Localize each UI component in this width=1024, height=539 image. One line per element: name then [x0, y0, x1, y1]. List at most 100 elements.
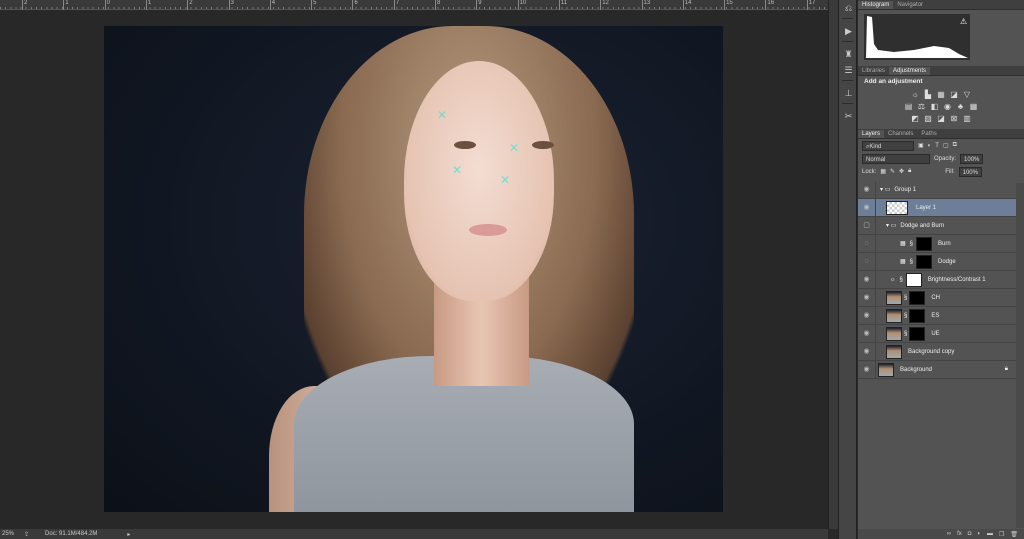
- tab-libraries[interactable]: Libraries: [858, 67, 889, 75]
- curves-icon[interactable]: ▦: [937, 90, 946, 99]
- posterize-icon[interactable]: ▨: [924, 114, 933, 123]
- black-white-icon[interactable]: ◧: [930, 102, 939, 111]
- color-balance-icon[interactable]: ⚖: [917, 102, 926, 111]
- visibility-eye-icon[interactable]: ◉: [858, 360, 876, 379]
- threshold-icon[interactable]: ◪: [937, 114, 946, 123]
- tab-paths[interactable]: Paths: [917, 130, 940, 138]
- brightness-contrast-icon[interactable]: ☼: [911, 90, 920, 99]
- zoom-level[interactable]: 25%: [2, 531, 14, 537]
- visibility-eye-icon[interactable]: ◉: [858, 306, 876, 325]
- visibility-eye-icon[interactable]: ◉: [858, 270, 876, 289]
- status-menu-arrow-icon[interactable]: ▸: [127, 531, 130, 538]
- visibility-eye-icon[interactable]: ◌: [858, 234, 876, 253]
- tab-navigator[interactable]: Navigator: [893, 1, 927, 9]
- opacity-input[interactable]: 100%: [960, 153, 984, 164]
- vibrance-icon[interactable]: ▽: [963, 90, 972, 99]
- tab-adjustments[interactable]: Adjustments: [889, 67, 931, 75]
- add-mask-icon[interactable]: ◘: [968, 531, 972, 537]
- filter-shape-icon[interactable]: ▢: [943, 142, 949, 149]
- lock-transparent-icon[interactable]: ▦: [880, 168, 886, 175]
- blend-mode-select[interactable]: Normal: [862, 153, 930, 164]
- layer-group-1[interactable]: ◉ ▾ ▭ Group 1: [858, 180, 1016, 199]
- gradient-map-icon[interactable]: ▥: [963, 114, 972, 123]
- filter-pixel-icon[interactable]: ▣: [918, 142, 924, 149]
- layer-thumbnail: [886, 200, 908, 215]
- lock-pixels-icon[interactable]: ✎: [890, 168, 895, 175]
- tab-histogram[interactable]: Histogram: [858, 1, 894, 9]
- layer-brightness-contrast-1[interactable]: ◉ ☼ § Brightness/Contrast 1: [858, 270, 1016, 289]
- tool-presets-icon[interactable]: ✂: [839, 108, 858, 124]
- layer-name: UE: [931, 330, 940, 337]
- new-adjustment-icon[interactable]: ◐: [977, 531, 981, 537]
- layer-ue[interactable]: ◉ § UE: [858, 324, 1016, 343]
- invert-icon[interactable]: ◩: [911, 114, 920, 123]
- layers-scrollbar[interactable]: [1016, 183, 1024, 528]
- layer-name: Group 1: [894, 186, 917, 193]
- fill-input[interactable]: 100%: [958, 166, 982, 177]
- layer-name: Background: [900, 366, 933, 373]
- fx-icon[interactable]: fx: [957, 531, 962, 537]
- layer-layer-1[interactable]: ◉ Layer 1: [858, 198, 1016, 217]
- visibility-eye-icon[interactable]: ◉: [858, 180, 876, 199]
- vertical-scrollbar[interactable]: [828, 0, 838, 529]
- visibility-eye-icon[interactable]: ◉: [858, 198, 876, 217]
- tab-layers[interactable]: Layers: [858, 130, 885, 138]
- portrait-eye-left: [454, 141, 476, 149]
- tab-channels[interactable]: Channels: [884, 130, 917, 138]
- folder-icon: ▾ ▭: [886, 223, 897, 229]
- selective-color-icon[interactable]: ⊠: [950, 114, 959, 123]
- clone-source-icon[interactable]: ⊥: [839, 85, 858, 101]
- layer-dodge[interactable]: ◌ ▦ § Dodge: [858, 252, 1016, 271]
- channel-mixer-icon[interactable]: ♣: [956, 102, 965, 111]
- new-group-icon[interactable]: ▬: [987, 531, 993, 537]
- brush-settings-icon[interactable]: ☰: [839, 62, 858, 78]
- filter-type-icon[interactable]: T: [935, 143, 939, 149]
- filter-adjustment-icon[interactable]: ◐: [928, 143, 932, 149]
- visibility-eye-icon[interactable]: ◌: [858, 252, 876, 271]
- layer-background-copy[interactable]: ◉ Background copy: [858, 342, 1016, 361]
- mask-thumbnail: [916, 254, 933, 269]
- link-icon: §: [904, 312, 908, 319]
- visibility-off-box[interactable]: ▢: [858, 216, 876, 235]
- lock-position-icon[interactable]: ✥: [899, 168, 904, 175]
- lock-all-icon[interactable]: 🔒︎: [908, 168, 911, 175]
- layer-es[interactable]: ◉ § ES: [858, 306, 1016, 325]
- ruler-tick-label: 4: [269, 0, 275, 10]
- visibility-eye-icon[interactable]: ◉: [858, 324, 876, 343]
- color-lookup-icon[interactable]: ▦: [969, 102, 978, 111]
- document-workspace[interactable]: ✕ ✕ ✕ ✕: [0, 10, 828, 529]
- layer-thumbnail: [886, 308, 902, 323]
- layer-filter-select[interactable]: ⌕Kind: [862, 140, 914, 151]
- visibility-eye-icon[interactable]: ◉: [858, 342, 876, 361]
- mask-thumbnail: [909, 308, 926, 323]
- exposure-icon[interactable]: ◪: [950, 90, 959, 99]
- link-icon: §: [899, 276, 903, 283]
- mask-thumbnail: [909, 326, 926, 341]
- layer-burn[interactable]: ◌ ▦ § Burn: [858, 234, 1016, 253]
- export-icon[interactable]: ⇪: [24, 531, 29, 538]
- layer-background[interactable]: ◉ Background 🔒︎: [858, 360, 1016, 379]
- new-layer-icon[interactable]: ❐: [999, 531, 1004, 538]
- fill-label: Fill:: [945, 168, 955, 175]
- history-icon[interactable]: ⎌: [839, 0, 858, 16]
- layer-name: CH: [931, 294, 941, 301]
- ruler-tick-label: 8: [435, 0, 440, 10]
- layer-name: Brightness/Contrast 1: [927, 276, 986, 283]
- link-layers-icon[interactable]: ∞: [947, 531, 951, 537]
- brush-presets-icon[interactable]: ♜: [839, 46, 858, 62]
- layer-ch[interactable]: ◉ § CH: [858, 288, 1016, 307]
- layer-thumbnail: [878, 362, 894, 377]
- layer-name: Dodge: [938, 258, 956, 265]
- delete-layer-icon[interactable]: 🗑︎: [1010, 531, 1018, 538]
- filter-smart-object-icon[interactable]: ⧉: [953, 142, 957, 149]
- photo-canvas[interactable]: ✕ ✕ ✕ ✕: [104, 26, 723, 512]
- ruler-tick-label: 2: [187, 0, 193, 10]
- layer-group-dodge-and-burn[interactable]: ▢ ▾ ▭ Dodge and Burn: [858, 216, 1016, 235]
- hue-saturation-icon[interactable]: ▤: [904, 102, 913, 111]
- levels-icon[interactable]: ▙: [924, 90, 933, 99]
- link-icon: §: [909, 240, 914, 247]
- actions-play-icon[interactable]: ▶: [839, 23, 858, 39]
- visibility-eye-icon[interactable]: ◉: [858, 288, 876, 307]
- photo-filter-icon[interactable]: ◉: [943, 102, 952, 111]
- mask-thumbnail: [916, 236, 933, 251]
